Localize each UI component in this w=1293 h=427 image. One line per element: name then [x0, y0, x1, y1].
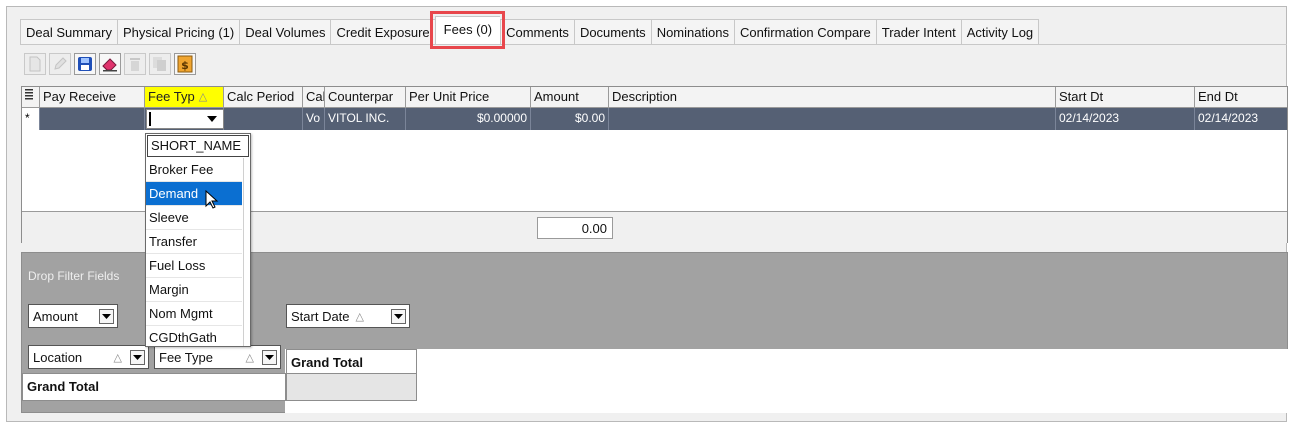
cell-end-dt[interactable]: 02/14/2023 [1195, 108, 1287, 130]
header-calc-period[interactable]: Calc Period [224, 87, 303, 107]
mouse-pointer-icon [205, 190, 219, 209]
sort-ascending-icon: △ [355, 310, 364, 323]
text-caret [149, 112, 151, 126]
header-amount[interactable]: Amount [531, 87, 609, 107]
pivot-field-label: Amount [33, 308, 78, 324]
tab-activity-log[interactable]: Activity Log [960, 19, 1040, 44]
chevron-down-icon [207, 116, 217, 122]
fee-type-dropdown-list: SHORT_NAME Broker Fee Demand Sleeve Tran… [145, 133, 251, 347]
fee-type-combobox[interactable] [146, 109, 224, 129]
fees-toolbar: $ [24, 53, 196, 75]
chevron-down-icon [133, 354, 142, 360]
tab-physical-pricing[interactable]: Physical Pricing (1) [116, 19, 240, 44]
header-fee-type[interactable]: Fee Typ △ [145, 87, 224, 107]
tab-comments[interactable]: Comments [500, 19, 574, 44]
grand-total-cell [286, 373, 417, 401]
new-icon [29, 56, 41, 72]
delete-icon [130, 58, 140, 71]
chevron-down-icon [265, 354, 274, 360]
new-button[interactable] [24, 53, 46, 75]
grand-total-column-header: Grand Total [286, 349, 417, 374]
cell-description[interactable] [609, 108, 1056, 130]
pivot-field-label: Location [33, 349, 83, 365]
dropdown-option-cgdthgath[interactable]: CGDthGath [146, 326, 242, 350]
grand-total-row-header: Grand Total [27, 379, 99, 394]
copy-icon [153, 57, 166, 71]
tab-deal-summary[interactable]: Deal Summary [20, 19, 117, 44]
filter-dropdown-button[interactable] [99, 308, 114, 324]
dropdown-option-sleeve[interactable]: Sleeve [146, 206, 242, 230]
filter-dropdown-button[interactable] [262, 349, 277, 365]
tab-strip: Deal Summary Physical Pricing (1) Deal V… [20, 11, 1040, 49]
tab-fees[interactable]: Fees (0) [429, 11, 506, 49]
dropdown-option-transfer[interactable]: Transfer [146, 230, 242, 254]
pivot-data-area [285, 349, 1288, 413]
pivot-column-field-start-date[interactable]: Start Date △ [286, 304, 410, 328]
cell-cal[interactable]: Vo [303, 108, 325, 130]
tab-trader-intent[interactable]: Trader Intent [875, 19, 961, 44]
pivot-field-label: Start Date [291, 308, 350, 324]
cell-amount[interactable]: $0.00 [531, 108, 609, 130]
header-cal[interactable]: Cal [303, 87, 325, 107]
edit-button[interactable] [49, 53, 71, 75]
tab-deal-volumes[interactable]: Deal Volumes [239, 19, 331, 44]
pivot-field-label: Fee Type [159, 349, 213, 365]
cell-calc-period[interactable] [224, 108, 303, 130]
dropdown-scrollbar[interactable] [243, 158, 249, 346]
header-start-dt[interactable]: Start Dt [1056, 87, 1195, 107]
new-row-marker: * [22, 108, 40, 130]
amount-total: 0.00 [537, 217, 613, 239]
chevron-down-icon [394, 313, 403, 319]
tab-nominations[interactable]: Nominations [650, 19, 734, 44]
dropdown-option-demand[interactable]: Demand [146, 182, 242, 206]
document-dollar-icon: $ [177, 55, 193, 73]
dropdown-column-header: SHORT_NAME [147, 135, 249, 157]
edit-icon [54, 57, 67, 70]
header-pay-receive[interactable]: Pay Receive [40, 87, 145, 107]
tab-confirmation-compare[interactable]: Confirmation Compare [733, 19, 876, 44]
tab-credit-exposure[interactable]: Credit Exposure [330, 19, 435, 44]
sort-ascending-icon: △ [245, 351, 254, 364]
header-description[interactable]: Description [609, 87, 1056, 107]
copy-button[interactable] [149, 53, 171, 75]
fee-document-button[interactable]: $ [174, 53, 196, 75]
chevron-down-icon [102, 313, 111, 319]
tab-divider [20, 44, 1287, 45]
delete-button[interactable] [124, 53, 146, 75]
header-end-dt[interactable]: End Dt [1195, 87, 1287, 107]
cell-start-dt[interactable]: 02/14/2023 [1056, 108, 1195, 130]
filter-dropdown-button[interactable] [391, 308, 406, 324]
cell-per-unit-price[interactable]: $0.00000 [406, 108, 531, 130]
column-chooser-icon [25, 89, 33, 100]
dropdown-option-fuel-loss[interactable]: Fuel Loss [146, 254, 242, 278]
column-chooser-button[interactable] [22, 87, 40, 107]
header-counterparty[interactable]: Counterpar [325, 87, 406, 107]
dropdown-option-broker-fee[interactable]: Broker Fee [146, 158, 242, 182]
clear-button[interactable] [99, 53, 121, 75]
cell-pay-receive[interactable] [40, 108, 145, 130]
sort-ascending-icon: △ [113, 351, 122, 364]
dropdown-option-margin[interactable]: Margin [146, 278, 242, 302]
grid-header-row: Pay Receive Fee Typ △ Calc Period Cal Co… [22, 87, 1287, 108]
svg-text:$: $ [181, 59, 189, 72]
dropdown-option-nom-mgmt[interactable]: Nom Mgmt [146, 302, 242, 326]
pivot-data-field-amount[interactable]: Amount [28, 304, 118, 328]
tab-documents[interactable]: Documents [573, 19, 651, 44]
header-per-unit-price[interactable]: Per Unit Price [406, 87, 531, 107]
filter-dropdown-button[interactable] [130, 349, 145, 365]
pivot-row-field-location[interactable]: Location △ [28, 345, 149, 369]
save-button[interactable] [74, 53, 96, 75]
sort-ascending-icon: △ [198, 91, 208, 103]
eraser-icon [102, 58, 117, 72]
drop-filter-fields-label: Drop Filter Fields [28, 269, 120, 283]
cell-counterparty[interactable]: VITOL INC. [325, 108, 406, 130]
header-fee-type-label: Fee Typ [148, 89, 195, 104]
save-icon [78, 57, 92, 71]
